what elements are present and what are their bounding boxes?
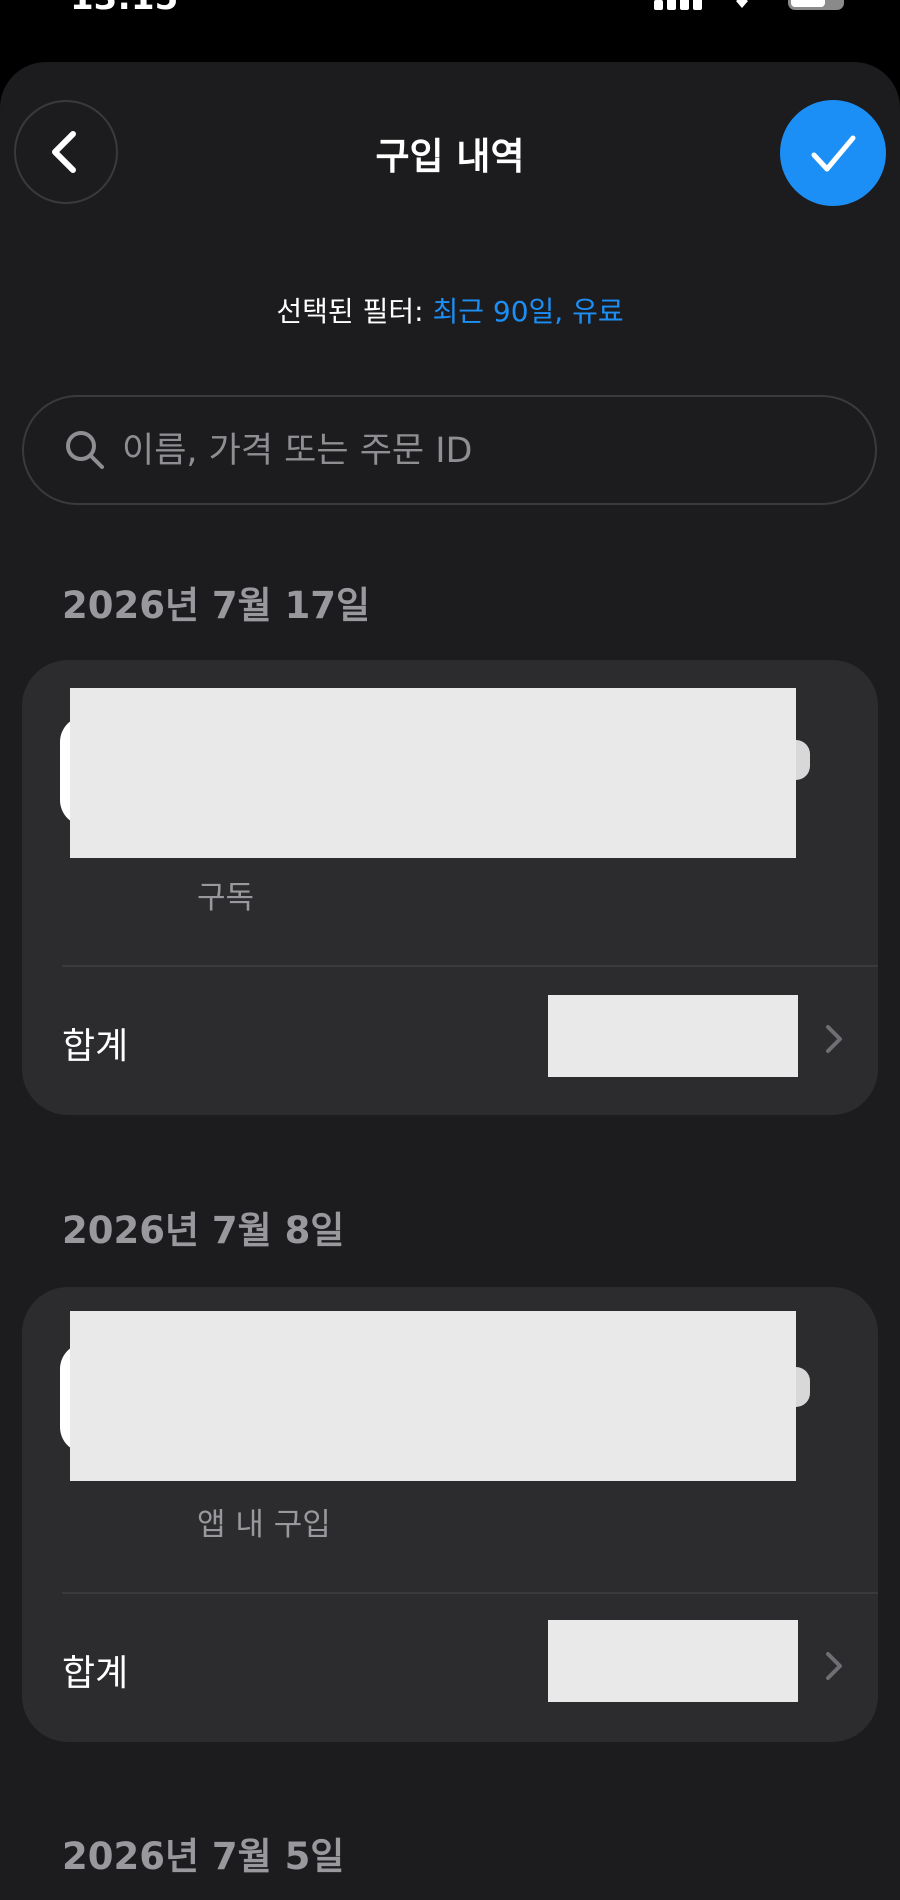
redacted-item-info xyxy=(70,1311,796,1481)
date-header: 2026년 7월 8일 xyxy=(62,1209,345,1252)
item-type: 구독 xyxy=(197,880,255,916)
search-input[interactable] xyxy=(120,419,824,483)
item-type: 앱 내 구입 xyxy=(197,1507,331,1543)
total-row[interactable]: 합계 xyxy=(22,967,878,1115)
total-label: 합계 xyxy=(62,1026,129,1067)
date-header: 2026년 7월 5일 xyxy=(62,1835,345,1878)
purchase-card: 구독 합계 xyxy=(22,660,878,1115)
page-title: 구입 내역 xyxy=(375,135,525,178)
status-bar: 13:15 xyxy=(0,0,900,50)
purchase-card: 앱 내 구입 합계 xyxy=(22,1287,878,1742)
filter-label: 선택된 필터: xyxy=(276,295,424,328)
wifi-icon xyxy=(736,0,748,8)
signal-icon xyxy=(693,0,702,10)
chevron-left-icon xyxy=(52,131,76,173)
date-header: 2026년 7월 17일 xyxy=(62,584,371,627)
selected-filter[interactable]: 선택된 필터: 최근 90일, 유료 xyxy=(100,290,800,330)
purchase-item[interactable]: 앱 내 구입 xyxy=(22,1287,878,1592)
signal-icon xyxy=(680,0,689,10)
chevron-right-icon xyxy=(826,1025,842,1053)
chevron-right-icon xyxy=(826,1652,842,1680)
signal-icon xyxy=(654,0,663,10)
redacted-item-info xyxy=(70,688,796,858)
battery-level xyxy=(791,0,825,7)
checkmark-icon xyxy=(811,135,856,172)
filter-value[interactable]: 최근 90일, 유료 xyxy=(432,295,623,328)
battery-icon xyxy=(788,0,844,10)
redacted-total xyxy=(548,1620,798,1702)
done-button[interactable] xyxy=(780,100,886,206)
purchase-history-screen: 13:15 구입 내역 선택된 필터: 최근 90일, 유료 xyxy=(0,0,900,1900)
search-icon xyxy=(66,431,104,469)
redacted-total xyxy=(548,995,798,1077)
total-row[interactable]: 합계 xyxy=(22,1594,878,1742)
status-time: 13:15 xyxy=(70,0,178,18)
status-indicators xyxy=(654,0,844,10)
purchase-item[interactable]: 구독 xyxy=(22,660,878,965)
back-button[interactable] xyxy=(14,100,118,204)
signal-icon xyxy=(667,0,676,10)
total-label: 합계 xyxy=(62,1653,129,1694)
search-bar[interactable] xyxy=(22,395,877,505)
